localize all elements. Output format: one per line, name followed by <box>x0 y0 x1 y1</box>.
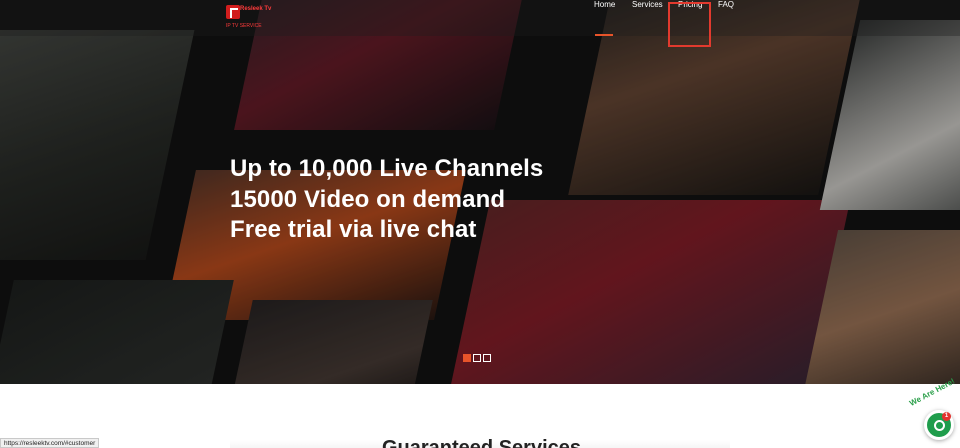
hero-line-1: Up to 10,000 Live Channels <box>230 155 544 182</box>
chat-bubble-icon <box>934 420 945 431</box>
slider-dot-2[interactable] <box>473 354 481 362</box>
hero-headline: Up to 10,000 Live Channels 15000 Video o… <box>230 154 543 246</box>
pricing-highlight-box <box>668 2 711 47</box>
slider-dot-3[interactable] <box>483 354 491 362</box>
logo-tagline: IP TV SERVICE <box>226 23 262 29</box>
hero-line-2: 15000 Video on demand <box>230 185 506 213</box>
nav-active-indicator <box>595 34 613 36</box>
nav-home[interactable]: Home <box>594 0 615 9</box>
logo-name: Resleek Tv <box>240 6 272 12</box>
slider-dot-1[interactable] <box>463 354 471 362</box>
slider-dots <box>463 354 491 362</box>
status-bar-url: https://resleektv.com/#customer <box>0 438 100 448</box>
nav-services[interactable]: Services <box>632 0 663 9</box>
nav-faq[interactable]: FAQ <box>718 0 734 9</box>
site-logo[interactable]: Resleek Tv IP TV SERVICE <box>226 5 271 33</box>
live-chat-widget[interactable]: We Are Here! 1 <box>908 377 960 448</box>
top-navbar: Resleek Tv IP TV SERVICE Home Services P… <box>0 0 960 36</box>
hero-banner: Resleek Tv IP TV SERVICE Home Services P… <box>0 0 960 384</box>
chat-notification-badge: 1 <box>942 412 951 421</box>
section-title: Guaranteed Services <box>382 437 581 448</box>
hero-line-3: Free trial via live chat <box>230 216 477 243</box>
logo-icon <box>226 5 240 19</box>
